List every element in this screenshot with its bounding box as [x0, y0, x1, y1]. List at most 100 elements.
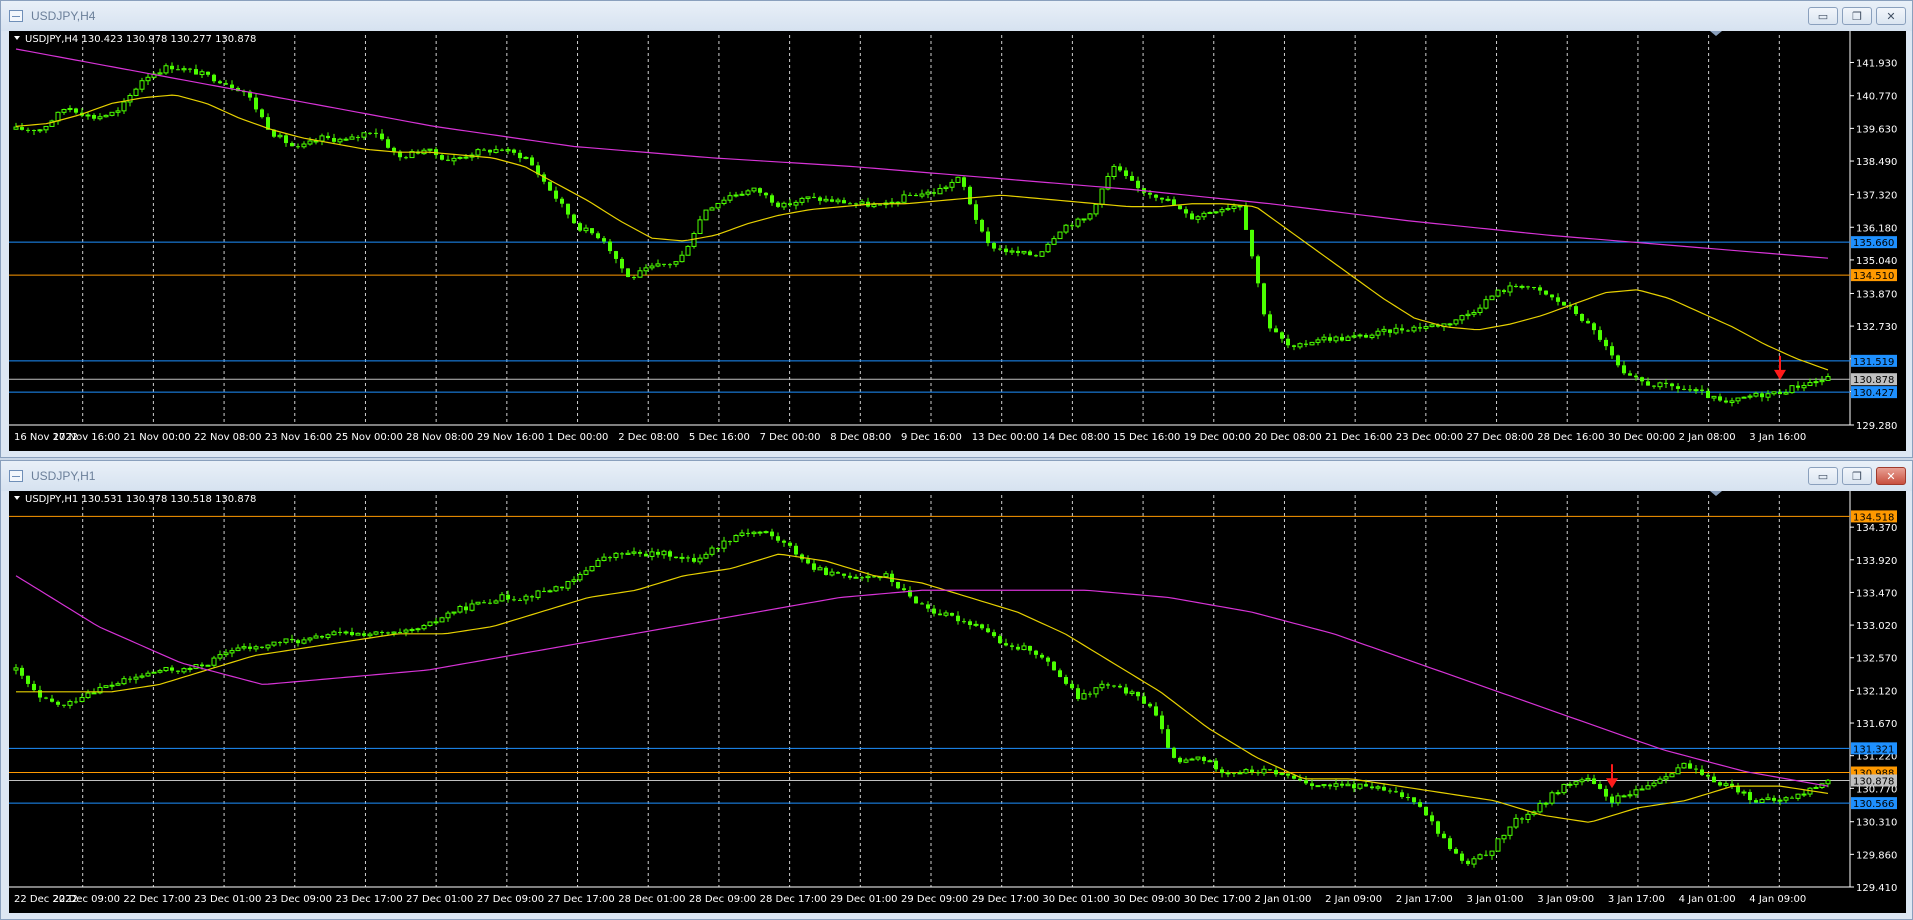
candle-body-bull	[895, 201, 901, 204]
minimize-button[interactable]: ▭	[1808, 467, 1838, 485]
candle-body-bear	[1076, 688, 1080, 700]
x-tick-label: 28 Dec 01:00	[618, 894, 685, 905]
candle-body-bear	[1544, 290, 1548, 295]
chart-svg-h1[interactable]: 22 Dec 202222 Dec 09:00 22 Dec 17:00 23 De…	[9, 491, 1906, 913]
x-tick-label: 2 Jan 17:00	[1396, 894, 1453, 905]
candle-body-bull	[1771, 391, 1777, 395]
candle-body-bear	[920, 603, 924, 605]
candle-body-bull	[229, 650, 235, 654]
candle-body-bear	[1034, 255, 1038, 257]
chart-window-h4[interactable]: USDJPY,H4 ▭ ❐ ✕ 16 Nov 2022 17 Nov 16:00 2…	[0, 0, 1913, 458]
candle-body-bull	[307, 637, 313, 641]
candle-body-bull	[499, 594, 505, 602]
candle-body-bull	[1345, 336, 1351, 342]
candle-body-bull	[643, 267, 649, 272]
candle-body-bull	[733, 194, 739, 197]
candle-body-bear	[542, 590, 546, 592]
candle-body-bear	[128, 678, 132, 680]
candle-body-bull	[1081, 693, 1087, 700]
candle-body-bull	[403, 629, 409, 633]
maximize-button[interactable]: ❐	[1842, 467, 1872, 485]
chart-window-h1[interactable]: USDJPY,H1 ▭ ❐ ✕ 22 Dec 2022 22 Dec 09:00 2…	[0, 460, 1913, 920]
candle-body-bear	[176, 69, 180, 71]
chart-shift-marker-icon[interactable]	[1710, 31, 1722, 36]
candle-body-bull	[1735, 397, 1741, 402]
candle-body-bear	[188, 68, 192, 70]
x-tick-label: 9 Dec 16:00	[901, 432, 962, 443]
candle-body-bear	[1382, 786, 1386, 791]
window-titlebar[interactable]: USDJPY,H4 ▭ ❐ ✕	[1, 1, 1912, 31]
close-button[interactable]: ✕	[1876, 7, 1906, 25]
candle-body-bear	[950, 612, 954, 616]
window-titlebar[interactable]: USDJPY,H1 ▭ ❐ ✕	[1, 461, 1912, 491]
candle-body-bear	[1028, 251, 1032, 256]
chart-svg-h4[interactable]: 16 Nov 202217 Nov 16:00 21 Nov 00:00 22 No…	[9, 31, 1906, 451]
candle-body-bull	[355, 632, 361, 636]
candle-body-bull	[1465, 313, 1471, 317]
minimize-button[interactable]: ▭	[1808, 7, 1838, 25]
candle-body-bull	[673, 261, 679, 265]
candle-body-bull	[109, 684, 115, 687]
x-tick-label: 21 Dec 16:00	[1325, 432, 1392, 443]
candle-body-bull	[1237, 772, 1243, 775]
candle-body-bull	[805, 196, 811, 199]
candle-body-bear	[512, 149, 516, 153]
price-level-label: 134.510	[1853, 271, 1894, 282]
x-tick-label: 3 Jan 09:00	[1537, 894, 1594, 905]
y-tick-label: 139.630	[1856, 124, 1897, 135]
candle-body-bull	[973, 623, 979, 626]
candle-body-bear	[1514, 285, 1518, 287]
chart-menu-triangle-icon[interactable]	[14, 496, 20, 500]
candle-body-bear	[1172, 747, 1176, 758]
candle-body-bull	[661, 550, 667, 556]
x-tick-label: 4 Jan 01:00	[1679, 894, 1736, 905]
candle-body-bull	[115, 110, 121, 113]
candle-body-bull	[1801, 385, 1807, 389]
candle-body-bull	[649, 551, 655, 557]
candle-body-bull	[865, 575, 871, 579]
candle-body-bull	[301, 143, 307, 148]
candle-body-bull	[1063, 224, 1069, 233]
candle-body-bear	[728, 541, 732, 543]
candle-body-bull	[211, 657, 217, 666]
candle-body-bull	[253, 646, 259, 650]
x-tick-label: 5 Dec 16:00	[689, 432, 750, 443]
candle-body-bull	[367, 633, 373, 637]
candle-body-bull	[919, 193, 925, 197]
x-tick-label: 29 Dec 09:00	[901, 894, 968, 905]
candle-body-bear	[74, 108, 78, 113]
candle-body-bear	[1190, 213, 1194, 220]
candle-body-bear	[200, 664, 204, 667]
chart-shift-marker-icon[interactable]	[1710, 491, 1722, 496]
candle-body-bear	[230, 84, 234, 89]
candle-body-bear	[440, 155, 444, 160]
candle-body-bear	[788, 542, 792, 546]
x-tick-label: 4 Jan 09:00	[1749, 894, 1806, 905]
maximize-button[interactable]: ❐	[1842, 7, 1872, 25]
candle-body-bull	[1075, 218, 1081, 227]
candle-body-bear	[1772, 797, 1776, 801]
candle-body-bull	[751, 531, 757, 535]
candle-body-bear	[56, 701, 60, 705]
candle-body-bull	[493, 149, 499, 153]
chart-menu-triangle-icon[interactable]	[14, 36, 20, 40]
candle-body-bull	[1315, 339, 1321, 343]
candle-body-bear	[998, 636, 1002, 644]
close-button[interactable]: ✕	[1876, 467, 1906, 485]
candle-body-bear	[746, 532, 750, 534]
candle-body-bull	[1333, 336, 1339, 342]
candle-body-bull	[241, 646, 247, 649]
price-chart-h4[interactable]: 16 Nov 2022 17 Nov 16:00 21 Nov 00:00 22 No…	[9, 31, 1906, 451]
candle-body-bull	[67, 700, 73, 706]
candle-body-bull	[1669, 773, 1675, 778]
candle-body-bull	[583, 570, 589, 575]
price-level-label: 134.518	[1853, 512, 1894, 523]
candle-body-bull	[1009, 250, 1015, 253]
candle-body-bull	[349, 136, 355, 140]
x-tick-label: 28 Dec 09:00	[689, 894, 756, 905]
candle-body-bull	[61, 108, 67, 113]
price-chart-h1[interactable]: 22 Dec 2022 22 Dec 09:00 22 Dec 17:00 23 De…	[9, 491, 1906, 913]
candle-body-bull	[817, 567, 823, 571]
candle-body-bull	[1207, 760, 1213, 763]
candle-body-bear	[986, 231, 990, 244]
